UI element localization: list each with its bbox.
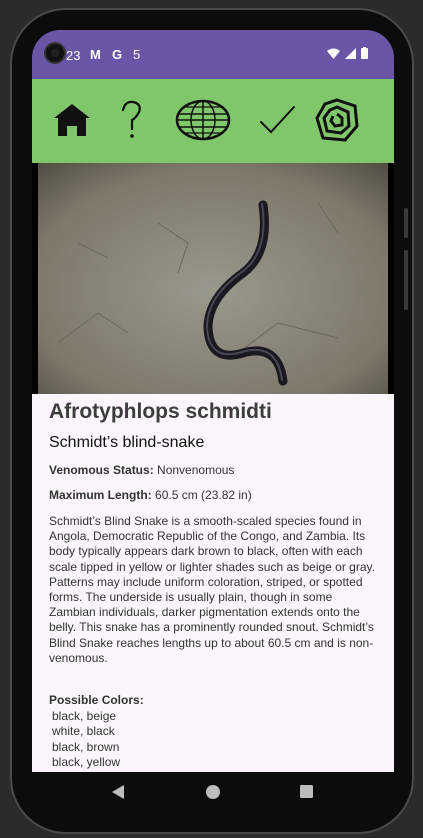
max-length-value: 60.5 cm (23.82 in) bbox=[155, 488, 252, 502]
snake-button[interactable] bbox=[312, 95, 362, 145]
toolbar bbox=[32, 79, 394, 163]
list-item: white, black bbox=[52, 724, 115, 739]
max-length-label: Maximum Length: bbox=[49, 488, 152, 502]
list-item: black, yellow bbox=[52, 754, 121, 769]
battery-icon bbox=[361, 47, 368, 59]
help-button[interactable] bbox=[107, 95, 157, 145]
camera-cutout bbox=[44, 42, 66, 64]
globe-icon bbox=[175, 99, 231, 141]
volume-button bbox=[404, 208, 408, 238]
home-button[interactable] bbox=[47, 95, 97, 145]
possible-colors-list: black, beige white, black black, brown b… bbox=[52, 709, 120, 770]
power-button bbox=[404, 250, 408, 310]
max-length-row: Maximum Length: 60.5 cm (23.82 in) bbox=[49, 488, 252, 502]
signal-icon bbox=[345, 47, 356, 59]
home-nav-icon[interactable] bbox=[205, 784, 221, 800]
venomous-status-row: Venomous Status: Nonvenomous bbox=[49, 463, 234, 477]
snake-description: Schmidt’s Blind Snake is a smooth-scaled… bbox=[49, 514, 375, 665]
status-time: 23 bbox=[66, 48, 81, 63]
back-icon[interactable] bbox=[111, 784, 125, 800]
common-name: Schmidt’s blind-snake bbox=[49, 434, 205, 451]
navigation-bar bbox=[32, 772, 394, 814]
venomous-status-label: Venomous Status: bbox=[49, 463, 154, 477]
wifi-icon bbox=[327, 48, 340, 59]
app-notification-icon: 5 bbox=[133, 47, 141, 62]
status-bar: 23 M G 5 bbox=[32, 30, 394, 79]
spiral-snake-icon bbox=[315, 98, 359, 142]
map-button[interactable] bbox=[172, 95, 234, 145]
recents-icon[interactable] bbox=[299, 784, 314, 799]
screen: 23 M G 5 Afrotyphlops schmidti Schmidt’s… bbox=[32, 30, 394, 772]
house-icon bbox=[54, 104, 90, 136]
checkmark-icon bbox=[260, 106, 295, 134]
question-mark-icon bbox=[121, 100, 141, 138]
list-item: black, brown bbox=[52, 739, 120, 754]
scientific-name: Afrotyphlops schmidti bbox=[49, 400, 272, 423]
venomous-status-value: Nonvenomous bbox=[157, 463, 235, 477]
possible-colors-label: Possible Colors: bbox=[49, 693, 144, 707]
check-button[interactable] bbox=[252, 95, 302, 145]
gmail-notification-icon: M bbox=[90, 47, 101, 62]
snake-photo bbox=[38, 163, 388, 395]
list-item: black, beige bbox=[52, 709, 117, 723]
google-notification-icon: G bbox=[112, 47, 123, 62]
snake-info-card: Afrotyphlops schmidti Schmidt’s blind-sn… bbox=[32, 394, 394, 772]
